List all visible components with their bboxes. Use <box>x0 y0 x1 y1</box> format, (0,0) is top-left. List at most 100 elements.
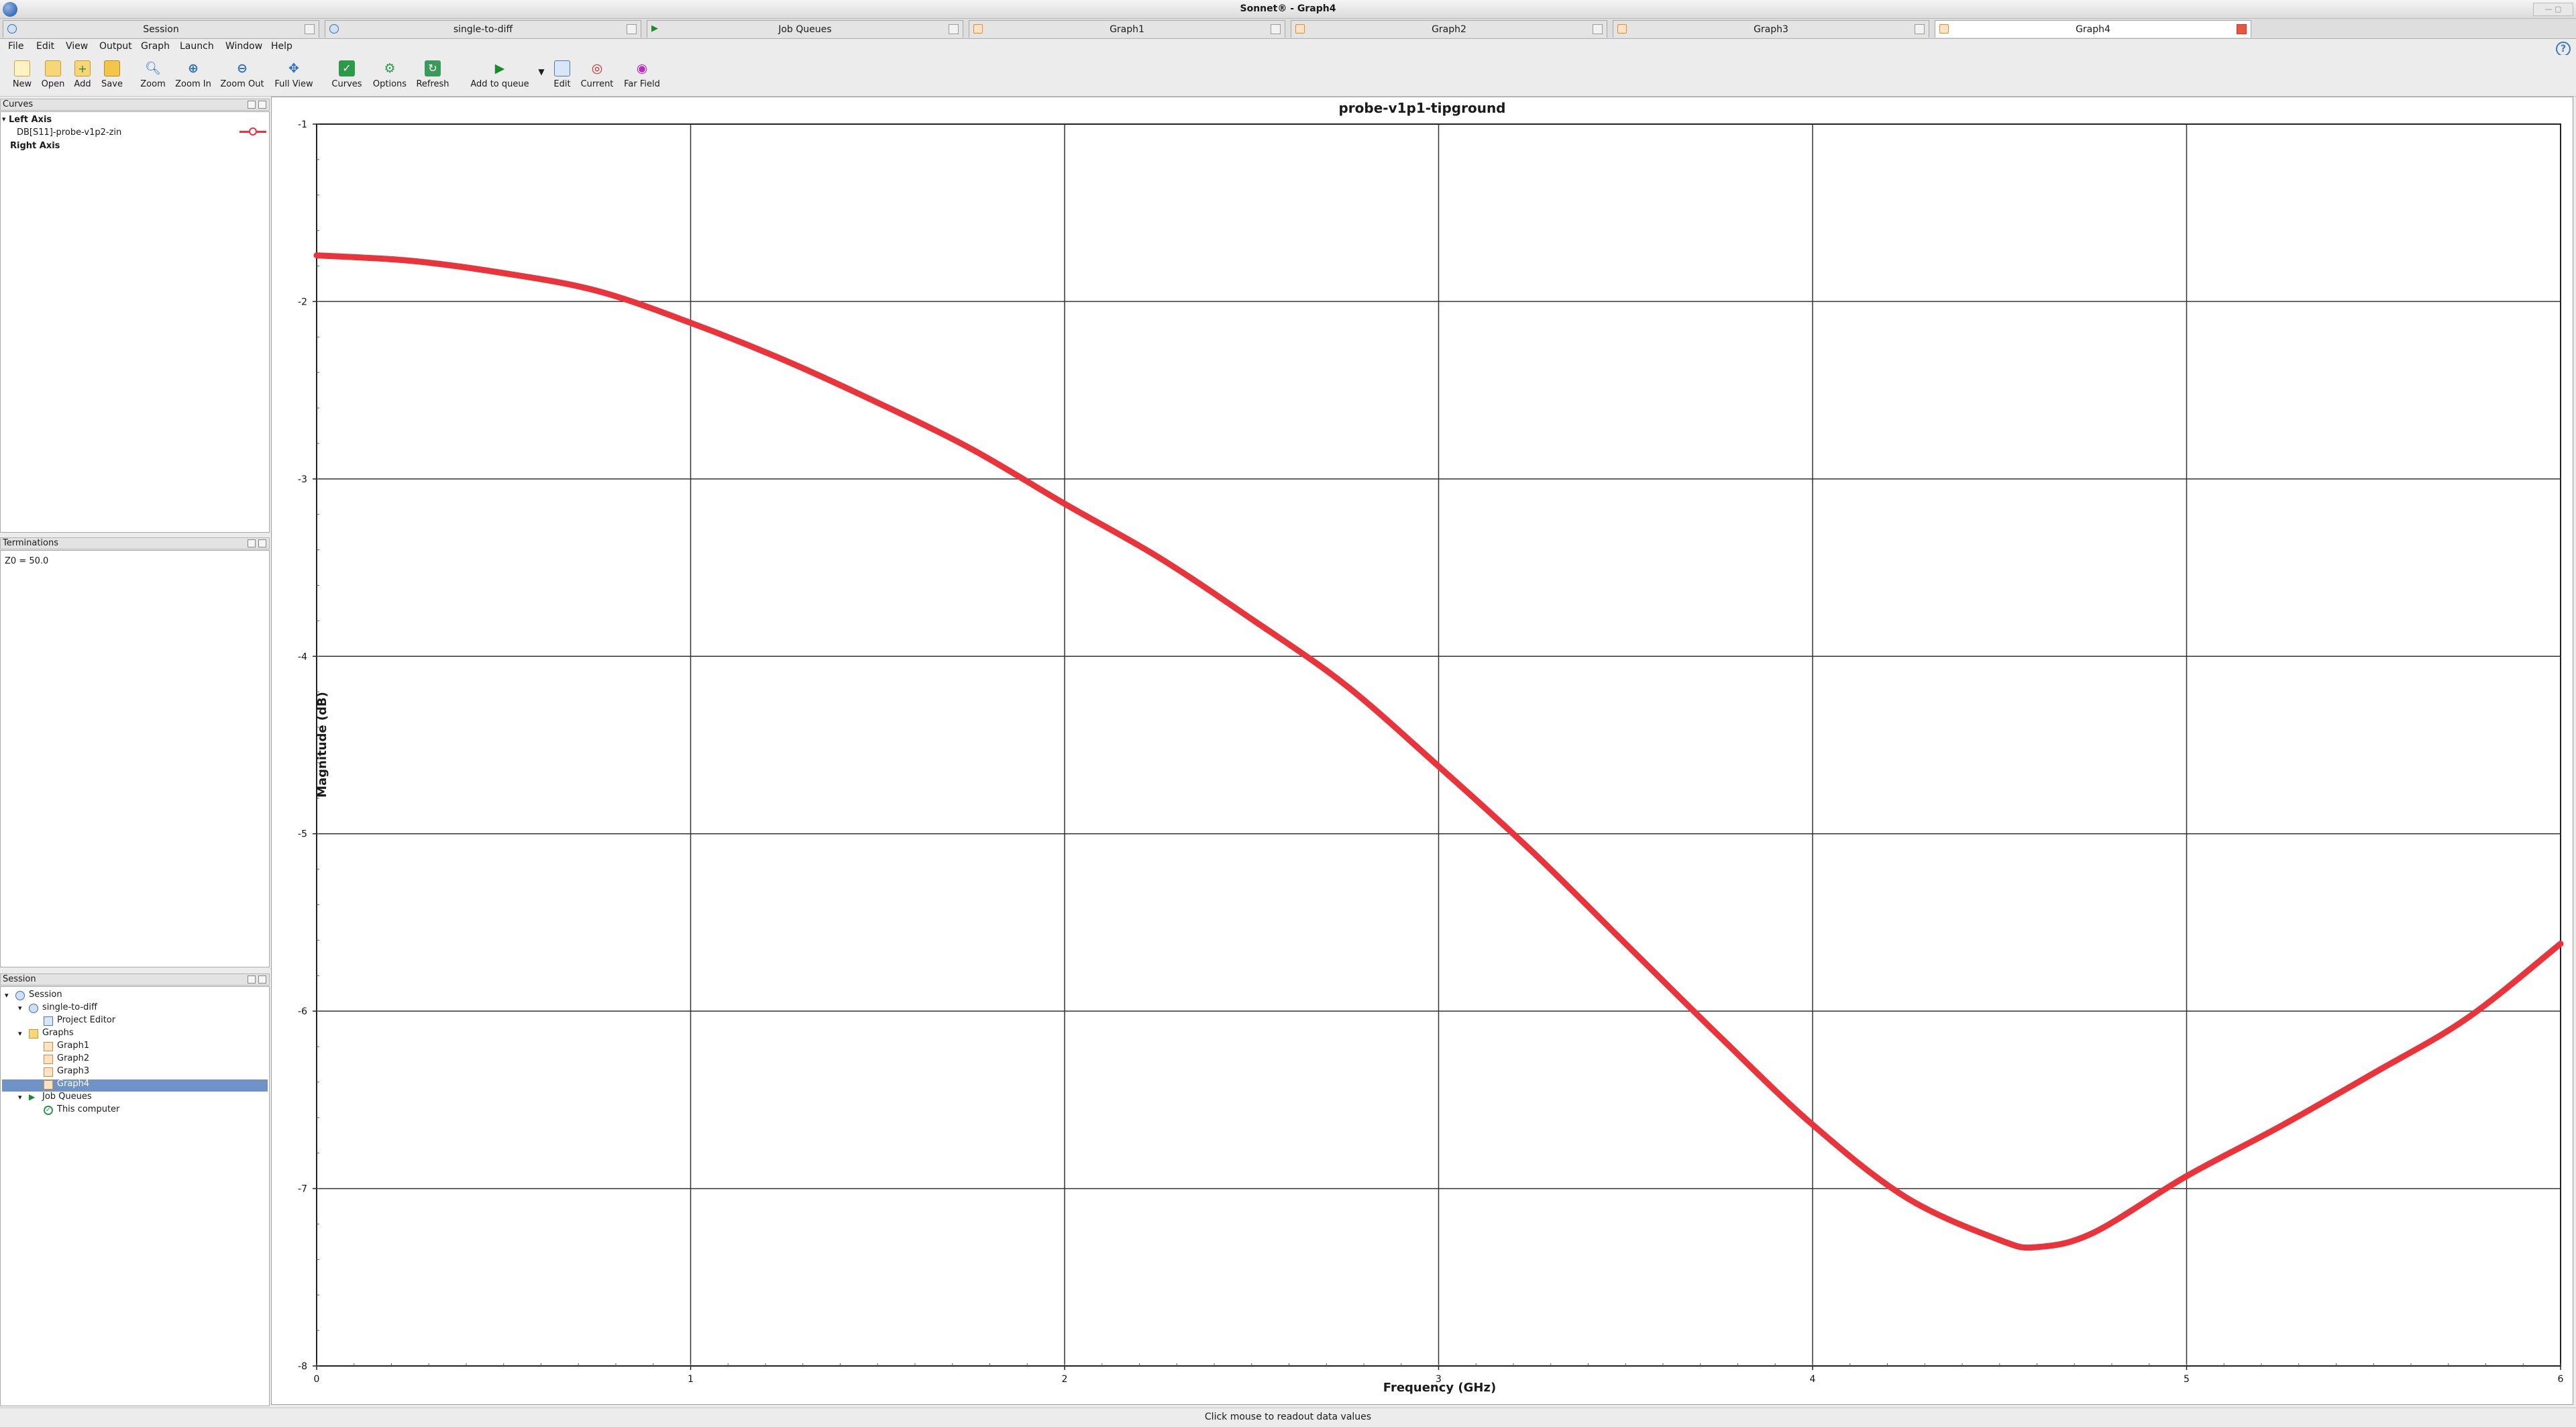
tab-graph4[interactable]: Graph4 <box>1935 20 2251 38</box>
menu-view[interactable]: View <box>66 41 88 52</box>
float-panel-icon[interactable] <box>248 101 256 109</box>
graph-icon <box>973 24 983 34</box>
tree-graph3[interactable]: Graph3 <box>57 1066 89 1076</box>
tree-graph4[interactable]: Graph4 <box>57 1079 89 1089</box>
tree-session[interactable]: Session <box>29 990 62 1000</box>
y-tick-label: -6 <box>298 1006 307 1017</box>
terminations-panel-header: Terminations <box>0 537 270 549</box>
plot-area[interactable]: 0 1 2 3 4 5 6-1-2-3-4-5-6-7-8 <box>271 97 2573 1405</box>
tree-graph1[interactable]: Graph1 <box>57 1041 89 1051</box>
close-panel-icon[interactable] <box>258 101 266 109</box>
menu-help[interactable]: Help <box>271 41 292 52</box>
float-panel-icon[interactable] <box>248 975 256 984</box>
tree-project-editor[interactable]: Project Editor <box>57 1015 115 1025</box>
tree-graph2[interactable]: Graph2 <box>57 1053 89 1063</box>
curves-panel-title: Curves <box>3 99 34 109</box>
float-panel-icon[interactable] <box>248 539 256 547</box>
play-icon: ▶ <box>494 61 505 76</box>
data-point <box>1156 555 1161 560</box>
tab-bar: Session single-to-diff ▶ Job Queues Grap… <box>0 19 2576 39</box>
help-icon[interactable]: ? <box>2556 42 2571 56</box>
zoom-out-button[interactable]: ⊖ Zoom Out <box>219 60 266 97</box>
y-tick-label: -5 <box>298 829 307 840</box>
x-axis-label: Frequency (GHz) <box>1383 1381 1497 1395</box>
y-tick-label: -4 <box>298 651 307 662</box>
tab-label: Graph4 <box>2076 24 2110 35</box>
y-axis-label: Magnitude (dB) <box>315 692 329 798</box>
tree-this-computer[interactable]: This computer <box>57 1104 119 1114</box>
session-panel: ▾ Session ▾ single-to-diff Project Edito… <box>0 986 270 1406</box>
edit-button[interactable]: Edit <box>550 60 574 97</box>
close-icon[interactable] <box>627 24 637 34</box>
tab-graph2[interactable]: Graph2 <box>1291 20 1607 38</box>
data-point <box>2035 1245 2039 1249</box>
expand-arrow-icon[interactable]: ▾ <box>18 1093 22 1102</box>
data-point <box>688 321 693 325</box>
add-folder-icon: + <box>74 60 91 76</box>
curves-panel-header: Curves <box>0 99 270 111</box>
data-point <box>2371 1071 2376 1075</box>
x-tick-label: 2 <box>1062 1374 1068 1385</box>
data-point <box>1717 1034 1721 1039</box>
tree-project[interactable]: single-to-diff <box>42 1002 97 1012</box>
menu-graph[interactable]: Graph <box>141 41 170 52</box>
options-button[interactable]: ⚙ Options <box>372 60 408 97</box>
termination-z0: Z0 = 50.0 <box>5 556 49 566</box>
window-title: Sonnet® - Graph4 <box>1240 3 1336 14</box>
data-point <box>2184 1174 2189 1179</box>
new-file-icon <box>14 60 30 76</box>
curve-legend-marker <box>249 127 257 136</box>
window-controls[interactable]: — ▢ <box>2533 3 2573 16</box>
tree-job-queues[interactable]: Job Queues <box>42 1092 92 1102</box>
tree-graphs[interactable]: Graphs <box>42 1028 74 1038</box>
close-icon[interactable] <box>2237 24 2247 34</box>
toolbar: New Open + Add Save 🔍︎ Zoom ⊕ Zoom In ⊖ … <box>0 55 2576 97</box>
close-icon[interactable] <box>1915 24 1925 34</box>
menu-edit[interactable]: Edit <box>36 41 54 52</box>
close-panel-icon[interactable] <box>258 539 266 547</box>
collapse-left-axis-icon[interactable]: ▾ <box>2 115 6 123</box>
terminations-panel-title: Terminations <box>3 538 59 548</box>
curves-button[interactable]: ✓ Curves <box>330 60 364 97</box>
tab-job-queues[interactable]: ▶ Job Queues <box>647 20 963 38</box>
add-button[interactable]: + Add <box>70 60 95 97</box>
zoom-button[interactable]: 🔍︎ Zoom <box>138 60 168 97</box>
data-point <box>1063 501 1067 506</box>
data-point <box>969 446 973 451</box>
curve-entry[interactable]: DB[S11]-probe-v1p2-zin <box>17 127 121 138</box>
graph-icon <box>1939 24 1949 34</box>
expand-arrow-icon[interactable]: ▾ <box>5 991 9 1000</box>
project-editor-icon <box>44 1016 53 1026</box>
menu-file[interactable]: File <box>8 41 23 52</box>
x-tick-label: 6 <box>2558 1374 2564 1385</box>
add-to-queue-button[interactable]: ▶ Add to queue <box>468 60 531 97</box>
new-button[interactable]: New <box>9 60 35 97</box>
tab-graph3[interactable]: Graph3 <box>1613 20 1929 38</box>
menu-bar: File Edit View Output Graph Launch Windo… <box>0 39 2576 54</box>
zoom-in-button[interactable]: ⊕ Zoom In <box>173 60 213 97</box>
close-icon[interactable] <box>1271 24 1281 34</box>
left-axis-label[interactable]: Left Axis <box>9 115 52 125</box>
right-axis-label[interactable]: Right Axis <box>10 141 60 151</box>
expand-arrow-icon[interactable]: ▾ <box>18 1029 22 1038</box>
far-field-button[interactable]: ◉ Far Field <box>621 60 663 97</box>
close-icon[interactable] <box>949 24 959 34</box>
close-icon[interactable] <box>1593 24 1603 34</box>
tab-single-to-diff[interactable]: single-to-diff <box>325 20 641 38</box>
menu-output[interactable]: Output <box>99 41 132 52</box>
full-view-button[interactable]: ✥ Full View <box>272 60 315 97</box>
current-button[interactable]: ◎ Current <box>578 60 616 97</box>
close-icon[interactable] <box>305 24 315 34</box>
data-point <box>1997 1238 2002 1243</box>
menu-launch[interactable]: Launch <box>180 41 214 52</box>
close-panel-icon[interactable] <box>258 975 266 984</box>
data-point <box>1249 617 1254 621</box>
open-button[interactable]: Open <box>39 60 67 97</box>
save-button[interactable]: Save <box>98 60 126 97</box>
tab-session[interactable]: Session <box>3 20 319 38</box>
menu-window[interactable]: Window <box>225 41 262 52</box>
refresh-button[interactable]: ↻ Refresh <box>415 60 451 97</box>
title-bar: Sonnet® - Graph4 — ▢ <box>0 0 2576 19</box>
tab-graph1[interactable]: Graph1 <box>969 20 1285 38</box>
expand-arrow-icon[interactable]: ▾ <box>18 1004 22 1012</box>
